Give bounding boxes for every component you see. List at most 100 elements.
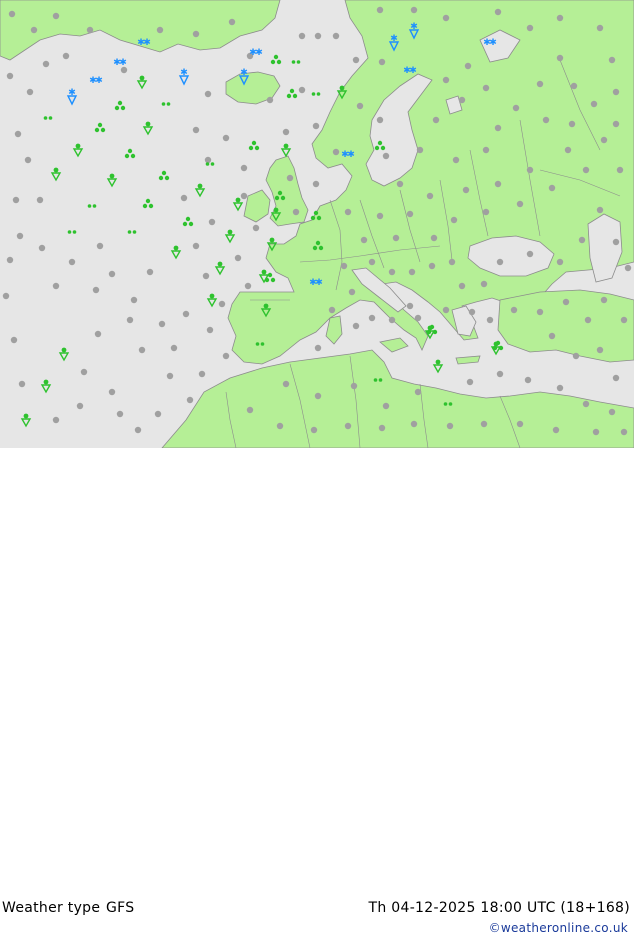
cloud-symbol bbox=[556, 14, 564, 22]
cloud-symbol bbox=[468, 308, 476, 316]
snow-symbol: ✱ bbox=[66, 88, 78, 106]
snow-symbol: ✱ bbox=[178, 68, 190, 86]
cloud-symbol bbox=[556, 384, 564, 392]
cloud-symbol bbox=[348, 288, 356, 296]
cloud-symbol bbox=[282, 380, 290, 388]
cloud-symbol bbox=[568, 120, 576, 128]
cloud-symbol bbox=[600, 136, 608, 144]
cloud-symbol bbox=[352, 322, 360, 330]
cloud-symbol bbox=[578, 236, 586, 244]
cloud-symbol bbox=[352, 56, 360, 64]
cloud-symbol bbox=[192, 242, 200, 250]
cloud-symbol bbox=[170, 344, 178, 352]
cloud-symbol bbox=[360, 236, 368, 244]
cloud-symbol bbox=[382, 402, 390, 410]
svg-text:✱: ✱ bbox=[390, 34, 398, 44]
cloud-symbol bbox=[446, 422, 454, 430]
cloud-symbol bbox=[378, 58, 386, 66]
cloud-symbol bbox=[376, 6, 384, 14]
drizzle-symbol bbox=[43, 116, 53, 120]
cloud-symbol bbox=[450, 216, 458, 224]
cloud-symbol bbox=[240, 164, 248, 172]
cloud-symbol bbox=[496, 258, 504, 266]
cloud-symbol bbox=[600, 296, 608, 304]
cloud-symbol bbox=[564, 146, 572, 154]
cloud-symbol bbox=[126, 316, 134, 324]
cloud-symbol bbox=[396, 180, 404, 188]
drizzle-symbol bbox=[127, 230, 137, 234]
cloud-symbol bbox=[6, 72, 14, 80]
cloud-symbol bbox=[222, 134, 230, 142]
cloud-symbol bbox=[6, 256, 14, 264]
cloud-symbol bbox=[26, 88, 34, 96]
cloud-symbol bbox=[368, 314, 376, 322]
cloud-symbol bbox=[616, 166, 624, 174]
cloud-symbol bbox=[202, 272, 210, 280]
svg-text:✱: ✱ bbox=[95, 76, 103, 86]
cloud-symbol bbox=[52, 12, 60, 20]
cloud-symbol bbox=[14, 130, 22, 138]
rain-symbol bbox=[72, 143, 84, 158]
cloud-symbol bbox=[448, 258, 456, 266]
rain-symbol bbox=[136, 75, 148, 90]
site-credit[interactable]: ©weatheronline.co.uk bbox=[489, 921, 628, 935]
rain-symbol bbox=[194, 183, 206, 198]
cloud-symbol bbox=[368, 258, 376, 266]
cloud-symbol bbox=[480, 280, 488, 288]
cloud-symbol bbox=[38, 244, 46, 252]
cloud-symbol bbox=[244, 282, 252, 290]
land-great-britain bbox=[265, 155, 309, 227]
cloud-symbol bbox=[556, 258, 564, 266]
cloud-symbol bbox=[408, 268, 416, 276]
cloud-symbol bbox=[612, 374, 620, 382]
cloud-symbol bbox=[572, 352, 580, 360]
cloud-symbol bbox=[608, 408, 616, 416]
rain-shower-symbol bbox=[158, 170, 170, 181]
rain-symbol bbox=[214, 261, 226, 276]
svg-text:✱: ✱ bbox=[255, 48, 263, 58]
rain-shower-symbol bbox=[270, 54, 282, 65]
cloud-symbol bbox=[596, 24, 604, 32]
cloud-symbol bbox=[2, 292, 10, 300]
model-name: GFS bbox=[106, 900, 135, 916]
cloud-symbol bbox=[10, 336, 18, 344]
land-layer bbox=[0, 0, 634, 448]
rain-shower-symbol bbox=[142, 198, 154, 209]
cloud-symbol bbox=[542, 116, 550, 124]
cloud-symbol bbox=[276, 422, 284, 430]
cloud-symbol bbox=[234, 254, 242, 262]
cloud-symbol bbox=[8, 10, 16, 18]
cloud-symbol bbox=[108, 388, 116, 396]
cloud-symbol bbox=[376, 116, 384, 124]
cloud-symbol bbox=[192, 30, 200, 38]
cloud-symbol bbox=[312, 122, 320, 130]
snow-shower-symbol: ✱✱ bbox=[403, 66, 417, 76]
weather-map: ✱ ✱ ✱ ✱ ✱ ✱ ✱ ✱ ✱ ✱ ✱ ✱ ✱ ✱ ✱ ✱ ✱ ✱ ✱ ✱ ✱ bbox=[0, 0, 634, 448]
cloud-symbol bbox=[286, 174, 294, 182]
cloud-symbol bbox=[94, 330, 102, 338]
cloud-symbol bbox=[208, 218, 216, 226]
cloud-symbol bbox=[458, 96, 466, 104]
cloud-symbol bbox=[410, 6, 418, 14]
svg-text:✱: ✱ bbox=[410, 22, 418, 32]
cloud-symbol bbox=[388, 316, 396, 324]
cloud-symbol bbox=[146, 268, 154, 276]
cloud-symbol bbox=[62, 52, 70, 60]
cloud-symbol bbox=[30, 26, 38, 34]
valid-time: Th 04-12-2025 18:00 UTC (18+168) bbox=[368, 900, 630, 916]
cloud-symbol bbox=[570, 82, 578, 90]
svg-text:✱: ✱ bbox=[315, 278, 323, 288]
cloud-symbol bbox=[466, 378, 474, 386]
cloud-symbol bbox=[496, 370, 504, 378]
cloud-symbol bbox=[52, 282, 60, 290]
cloud-symbol bbox=[332, 148, 340, 156]
rain-symbol bbox=[40, 379, 52, 394]
cloud-symbol bbox=[426, 192, 434, 200]
cloud-symbol bbox=[240, 192, 248, 200]
svg-text:✱: ✱ bbox=[489, 38, 497, 48]
rain-symbol bbox=[432, 359, 444, 374]
cloud-symbol bbox=[612, 88, 620, 96]
cloud-symbol bbox=[80, 368, 88, 376]
cloud-symbol bbox=[314, 344, 322, 352]
snow-shower-symbol: ✱✱ bbox=[137, 38, 151, 48]
